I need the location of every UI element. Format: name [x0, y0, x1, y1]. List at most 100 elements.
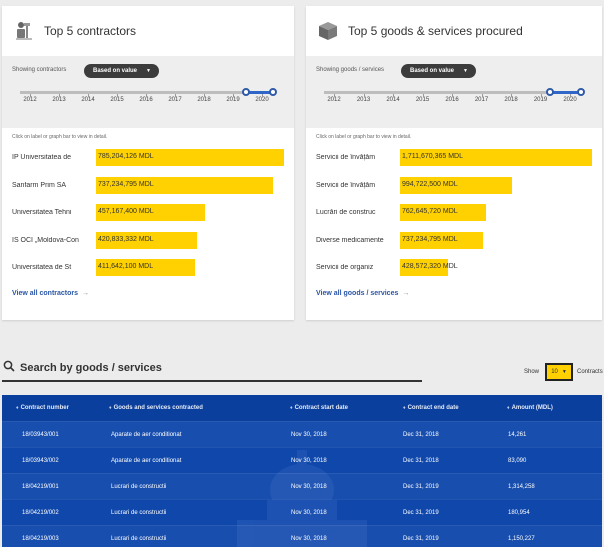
bar-label[interactable]: ÎS OCI „Moldova-Con: [12, 237, 96, 244]
bar-label[interactable]: Servicii de învățăm: [316, 154, 400, 161]
sort-icon: ♦: [403, 405, 406, 411]
cell-end-date: Dec 31, 2018: [403, 431, 439, 438]
cell-amount: 1,150,227: [508, 535, 535, 542]
goods-year-end-handle[interactable]: [577, 88, 585, 96]
bar-row[interactable]: Universitatea Tehni 457,167,400 MDL: [12, 199, 284, 227]
bar-label[interactable]: Sanfarm Prim SA: [12, 182, 96, 189]
bar-row[interactable]: IP Universitatea de 785,204,126 MDL: [12, 144, 284, 172]
bar-value-label: 737,234,795 MDL: [98, 180, 154, 188]
year-tick: 2019: [531, 94, 551, 103]
bar-row[interactable]: Servicii de organiz 428,572,320 MDL: [316, 254, 592, 282]
year-tick: 2017: [165, 94, 185, 103]
table-row[interactable]: 18/04219/002 Lucrari de constructii Nov 30…: [2, 499, 602, 525]
table-header-row: ♦ Contract number ♦ Goods and services cont…: [2, 395, 602, 421]
table-body: 18/03943/001 Aparate de aer conditionat No…: [2, 421, 602, 547]
contractors-year-ticks: 2012 2013 2014 2015 2016 2017 2018 2019 2020: [20, 94, 272, 103]
table-row[interactable]: 18/03943/002 Aparate de aer conditionat No…: [2, 447, 602, 473]
bar-track: 785,204,126 MDL: [96, 149, 284, 167]
bar-row[interactable]: Servicii de învățăm 994,722,500 MDL: [316, 172, 592, 200]
year-tick: 2013: [49, 94, 69, 103]
view-all-goods-label: View all goods / services: [316, 290, 399, 297]
bar-label[interactable]: Lucrări de construc: [316, 209, 400, 216]
bar-value-label: 762,645,720 MDL: [402, 208, 458, 216]
page-size-select[interactable]: 10 ▼: [545, 363, 574, 381]
cell-contract-number: 18/04219/003: [22, 535, 59, 542]
column-header-end-date[interactable]: ♦ Contract end date: [403, 405, 459, 411]
year-tick: 2013: [354, 94, 374, 103]
bar-value-label: 785,204,126 MDL: [98, 153, 154, 161]
show-label: Show: [524, 369, 540, 375]
page-size-value: 10: [551, 369, 558, 375]
contracts-table: ♦ Contract number ♦ Goods and services cont…: [2, 395, 602, 547]
column-header-goods-services[interactable]: ♦ Goods and services contracted: [109, 405, 203, 411]
arrow-right-icon: →: [82, 290, 90, 297]
year-tick: 2017: [472, 94, 492, 103]
column-header-amount[interactable]: ♦ Amount (MDL): [507, 405, 553, 411]
contractors-card-header: Top 5 contractors: [2, 6, 294, 56]
bar-row[interactable]: Universitatea de St 411,642,100 MDL: [12, 254, 284, 282]
bar-label[interactable]: Universitatea de St: [12, 264, 96, 271]
chevron-down-icon: ▼: [561, 369, 567, 375]
goods-year-ticks: 2012 2013 2014 2015 2016 2017 2018 2019 2020: [324, 94, 580, 103]
year-tick: 2016: [136, 94, 156, 103]
search-divider: [2, 380, 422, 382]
contractors-filter-label: Showing contractors: [12, 67, 67, 73]
contractors-year-end-handle[interactable]: [269, 88, 277, 96]
year-tick: 2020: [252, 94, 272, 103]
bar-row[interactable]: ÎS OCI „Moldova-Con 420,833,332 MDL: [12, 227, 284, 255]
search-title: Search by goods / services: [20, 362, 162, 374]
column-header-label: Contract end date: [407, 405, 459, 411]
cell-start-date: Nov 30, 2018: [291, 457, 327, 464]
sort-icon: ♦: [109, 405, 112, 411]
bar-row[interactable]: Lucrări de construc 762,645,720 MDL: [316, 199, 592, 227]
year-tick: 2014: [78, 94, 98, 103]
arrow-right-icon: →: [402, 290, 410, 297]
bar-label[interactable]: Servicii de organiz: [316, 264, 400, 271]
year-tick: 2014: [383, 94, 403, 103]
cell-amount: 14,261: [508, 431, 527, 438]
cell-goods-services: Lucrari de constructii: [111, 483, 167, 490]
cell-goods-services: Lucrari de constructii: [111, 535, 167, 542]
table-row[interactable]: 18/04219/001 Lucrari de constructii Nov 30…: [2, 473, 602, 499]
contractors-sort-dropdown[interactable]: Based on value ▼: [84, 64, 159, 78]
goods-bar-chart: Servicii de învățăm 1,711,670,365 MDL Serv…: [316, 144, 592, 282]
table-row[interactable]: 18/04219/003 Lucrari de constructii Nov 30…: [2, 525, 602, 547]
worker-icon: [12, 19, 36, 43]
cell-end-date: Dec 31, 2019: [403, 483, 439, 490]
bar-track: 737,234,795 MDL: [400, 231, 592, 249]
column-header-start-date[interactable]: ♦ Contract start date: [290, 405, 348, 411]
goods-hint: Click on label or graph bar to view in d…: [316, 134, 412, 140]
table-row[interactable]: 18/03943/001 Aparate de aer conditionat No…: [2, 421, 602, 447]
contractors-year-start-handle[interactable]: [242, 88, 250, 96]
bar-label[interactable]: Diverse medicamente: [316, 237, 400, 244]
bar-track: 420,833,332 MDL: [96, 231, 284, 249]
year-tick: 2015: [413, 94, 433, 103]
column-header-contract-number[interactable]: ♦ Contract number: [16, 405, 69, 411]
view-all-contractors-link[interactable]: View all contractors →: [12, 290, 89, 297]
cell-contract-number: 18/03943/001: [22, 431, 59, 438]
bar-track: 994,722,500 MDL: [400, 176, 592, 194]
cell-amount: 180,954: [508, 509, 530, 516]
sort-icon: ♦: [16, 405, 19, 411]
bar-track: 457,167,400 MDL: [96, 204, 284, 222]
bar-label[interactable]: Servicii de învățăm: [316, 182, 400, 189]
year-tick: 2018: [501, 94, 521, 103]
sort-icon: ♦: [290, 405, 293, 411]
bar-track: 1,711,670,365 MDL: [400, 149, 592, 167]
top-contractors-card: Top 5 contractors Showing contractors Ba…: [2, 6, 294, 320]
cell-contract-number: 18/04219/002: [22, 509, 59, 516]
bar-value-label: 457,167,400 MDL: [98, 208, 154, 216]
bar-row[interactable]: Diverse medicamente 737,234,795 MDL: [316, 227, 592, 255]
goods-sort-dropdown[interactable]: Based on value ▼: [401, 64, 476, 78]
bar-value-label: 1,711,670,365 MDL: [402, 153, 463, 161]
contractors-filter: Showing contractors Based on value ▼ 201…: [2, 56, 294, 128]
cell-start-date: Nov 30, 2018: [291, 431, 327, 438]
bar-row[interactable]: Sanfarm Prim SA 737,234,795 MDL: [12, 172, 284, 200]
view-all-goods-link[interactable]: View all goods / services →: [316, 290, 409, 297]
bar-row[interactable]: Servicii de învățăm 1,711,670,365 MDL: [316, 144, 592, 172]
bar-label[interactable]: IP Universitatea de: [12, 154, 96, 161]
column-header-label: Contract start date: [294, 405, 348, 411]
goods-year-start-handle[interactable]: [546, 88, 554, 96]
year-tick: 2015: [107, 94, 127, 103]
bar-label[interactable]: Universitatea Tehni: [12, 209, 96, 216]
